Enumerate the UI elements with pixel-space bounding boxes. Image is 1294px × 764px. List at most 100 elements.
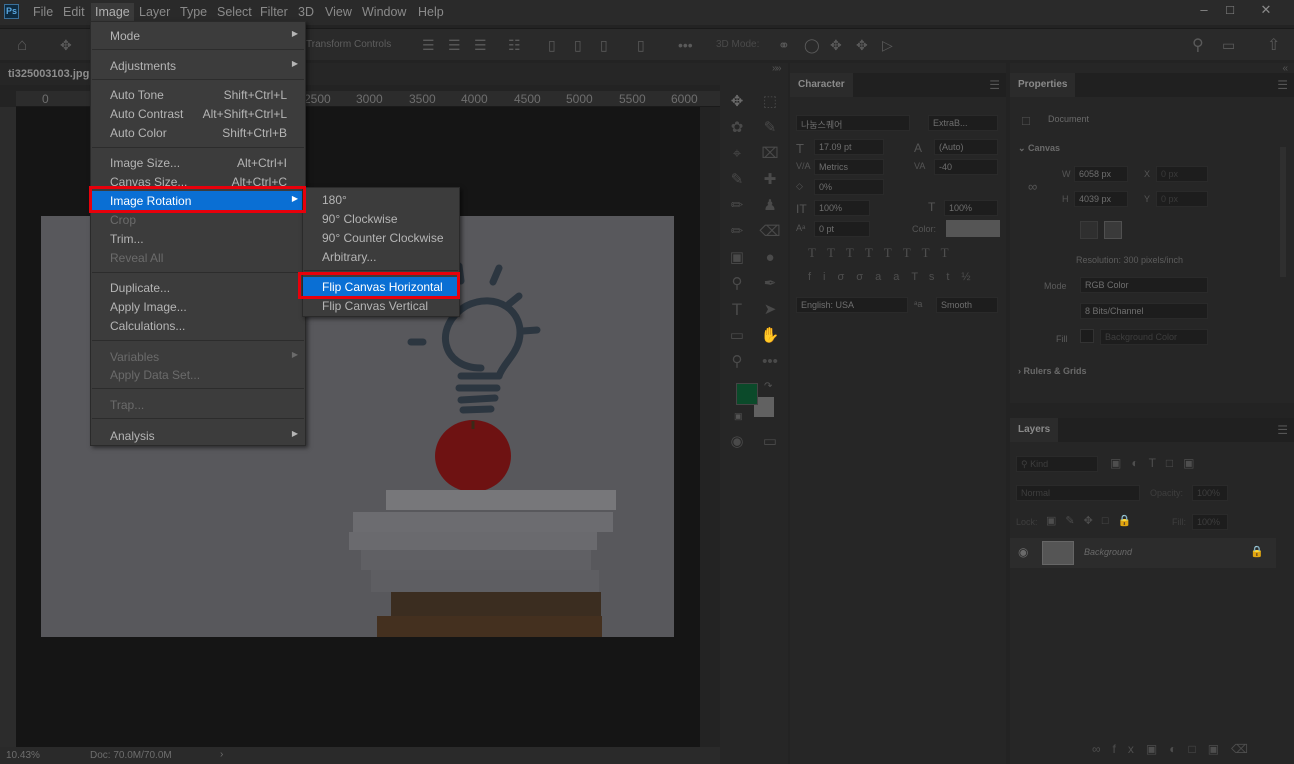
tsume-field[interactable]: 0%	[814, 179, 884, 195]
hand-tool-icon[interactable]: ✋	[759, 325, 781, 347]
properties-scrollbar[interactable]	[1280, 147, 1286, 277]
menu-item-image-size[interactable]: Image Size... Alt+Ctrl+I	[91, 153, 305, 172]
align-center-icon[interactable]: ☰	[448, 37, 461, 54]
menu-image[interactable]: Image	[91, 3, 134, 21]
lock-icons[interactable]: ▣✎✥□🔒	[1046, 514, 1140, 527]
quick-select-tool-icon[interactable]: ✎	[759, 117, 781, 139]
menu-select[interactable]: Select	[217, 5, 252, 19]
text-style-buttons[interactable]: TTTTTTTT	[808, 245, 960, 261]
kerning-field[interactable]: Metrics	[814, 159, 884, 175]
font-size-field[interactable]: 17.09 pt	[814, 139, 884, 155]
brush-tool-icon[interactable]: ✏	[726, 195, 748, 217]
horizontal-scale-field[interactable]: 100%	[944, 200, 998, 216]
menu-item-auto-contrast[interactable]: Auto Contrast Alt+Shift+Ctrl+L	[91, 104, 305, 123]
antialias-select[interactable]: Smooth	[936, 297, 998, 313]
more-tools-icon[interactable]: •••	[759, 351, 781, 373]
width-field[interactable]: 6058 px	[1074, 166, 1128, 182]
move-tool-icon[interactable]: ✥	[726, 91, 748, 113]
menu-item-rotate-90-ccw[interactable]: 90° Counter Clockwise	[303, 228, 459, 247]
dodge-tool-icon[interactable]: ⚲	[726, 273, 748, 295]
fill-swatch[interactable]	[1080, 329, 1094, 343]
text-color-swatch[interactable]	[946, 220, 1000, 237]
menu-help[interactable]: Help	[418, 5, 444, 19]
align-left-icon[interactable]: ☰	[422, 37, 435, 54]
link-icon[interactable]: ∞	[1028, 179, 1037, 194]
panel-menu-icon[interactable]: ☰	[1277, 423, 1288, 437]
menu-item-trim[interactable]: Trim...	[91, 229, 305, 248]
layer-filter-icons[interactable]: ▣◐T□▣	[1110, 456, 1205, 470]
path-select-tool-icon[interactable]: ➤	[759, 299, 781, 321]
rectangle-tool-icon[interactable]: ▭	[726, 325, 748, 347]
menu-item-variables[interactable]: Variables ▶	[91, 347, 305, 366]
mode-select[interactable]: RGB Color	[1080, 277, 1208, 293]
align-bottom-icon[interactable]: ▯	[600, 37, 608, 54]
leading-field[interactable]: (Auto)	[934, 139, 998, 155]
menu-item-rotate-180[interactable]: 180°	[303, 190, 459, 209]
menu-item-duplicate[interactable]: Duplicate...	[91, 278, 305, 297]
menu-item-auto-tone[interactable]: Auto Tone Shift+Ctrl+L	[91, 85, 305, 104]
more-options-icon[interactable]: •••	[678, 37, 693, 53]
menu-file[interactable]: File	[33, 5, 53, 19]
home-icon[interactable]: ⌂	[17, 35, 27, 55]
3d-slide-icon[interactable]: ✥	[856, 37, 868, 54]
transform-controls-label[interactable]: Transform Controls	[306, 39, 391, 50]
close-icon[interactable]: ✕	[1256, 2, 1276, 20]
align-middle-icon[interactable]: ▯	[574, 37, 582, 54]
default-colors-icon[interactable]: ▣	[734, 411, 743, 422]
minimize-icon[interactable]: –	[1194, 2, 1214, 20]
foreground-color-swatch[interactable]	[736, 383, 758, 405]
3d-roll-icon[interactable]: ◯	[804, 37, 820, 54]
tracking-field[interactable]: -40	[934, 159, 998, 175]
tab-layers[interactable]: Layers	[1010, 418, 1059, 442]
height-field[interactable]: 4039 px	[1074, 191, 1128, 207]
distribute-vertical-icon[interactable]: ▯	[637, 37, 645, 54]
panel-menu-icon[interactable]: ☰	[1277, 78, 1288, 92]
pen-tool-icon[interactable]: ✒	[759, 273, 781, 295]
workspace-icon[interactable]: ▭	[1222, 37, 1235, 54]
menu-view[interactable]: View	[325, 5, 352, 19]
vertical-scale-field[interactable]: 100%	[814, 200, 870, 216]
menu-item-calculations[interactable]: Calculations...	[91, 316, 305, 335]
stamp-tool-icon[interactable]: ♟	[759, 195, 781, 217]
lasso-tool-icon[interactable]: ✿	[726, 117, 748, 139]
collapse-icon[interactable]: »	[776, 63, 782, 74]
collapse-icon[interactable]: «	[1282, 63, 1288, 74]
font-style-select[interactable]: ExtraB...	[928, 115, 998, 131]
status-arrow-icon[interactable]: ›	[220, 749, 223, 760]
zoom-level[interactable]: 10.43%	[6, 750, 40, 761]
search-icon[interactable]: ⚲	[1192, 35, 1204, 55]
gradient-tool-icon[interactable]: ▣	[726, 247, 748, 269]
doc-size[interactable]: Doc: 70.0M/70.0M	[90, 750, 172, 761]
layer-row-background[interactable]: ◉ Background 🔒	[1010, 538, 1276, 568]
font-family-select[interactable]: 나눔스퀘어	[796, 115, 910, 131]
menu-3d[interactable]: 3D	[298, 5, 314, 19]
layer-footer-icons[interactable]: ∞fx▣◐□▣⌫	[1092, 742, 1260, 756]
move-tool-icon[interactable]: ✥	[60, 37, 72, 54]
crop-tool-icon[interactable]: ⌖	[726, 143, 748, 165]
screen-mode-icon[interactable]: ▭	[759, 431, 781, 453]
menu-item-analysis[interactable]: Analysis ▶	[91, 426, 305, 445]
eraser-tool-icon[interactable]: ⌫	[759, 221, 781, 243]
align-right-icon[interactable]: ☰	[474, 37, 487, 54]
zoom-tool-icon[interactable]: ⚲	[726, 351, 748, 373]
healing-tool-icon[interactable]: ✚	[759, 169, 781, 191]
y-field[interactable]: 0 px	[1156, 191, 1208, 207]
language-select[interactable]: English: USA	[796, 297, 908, 313]
menu-item-apply-image[interactable]: Apply Image...	[91, 297, 305, 316]
menu-item-apply-data-set[interactable]: Apply Data Set...	[91, 365, 305, 384]
menu-window[interactable]: Window	[362, 5, 406, 19]
menu-type[interactable]: Type	[180, 5, 207, 19]
menu-edit[interactable]: Edit	[63, 5, 85, 19]
3d-orbit-icon[interactable]: ⚭	[778, 37, 790, 54]
document-title[interactable]: ti325003103.jpg	[8, 68, 89, 80]
portrait-icon[interactable]	[1080, 221, 1098, 239]
3d-pan-icon[interactable]: ✥	[830, 37, 842, 54]
visibility-eye-icon[interactable]: ◉	[1018, 545, 1028, 559]
swap-colors-icon[interactable]: ↷	[764, 381, 772, 392]
panel-menu-icon[interactable]: ☰	[989, 78, 1000, 92]
opacity-field[interactable]: 100%	[1192, 485, 1228, 501]
menu-filter[interactable]: Filter	[260, 5, 288, 19]
distribute-icon[interactable]: ☷	[508, 37, 521, 54]
type-tool-icon[interactable]: T	[726, 299, 748, 321]
align-top-icon[interactable]: ▯	[548, 37, 556, 54]
